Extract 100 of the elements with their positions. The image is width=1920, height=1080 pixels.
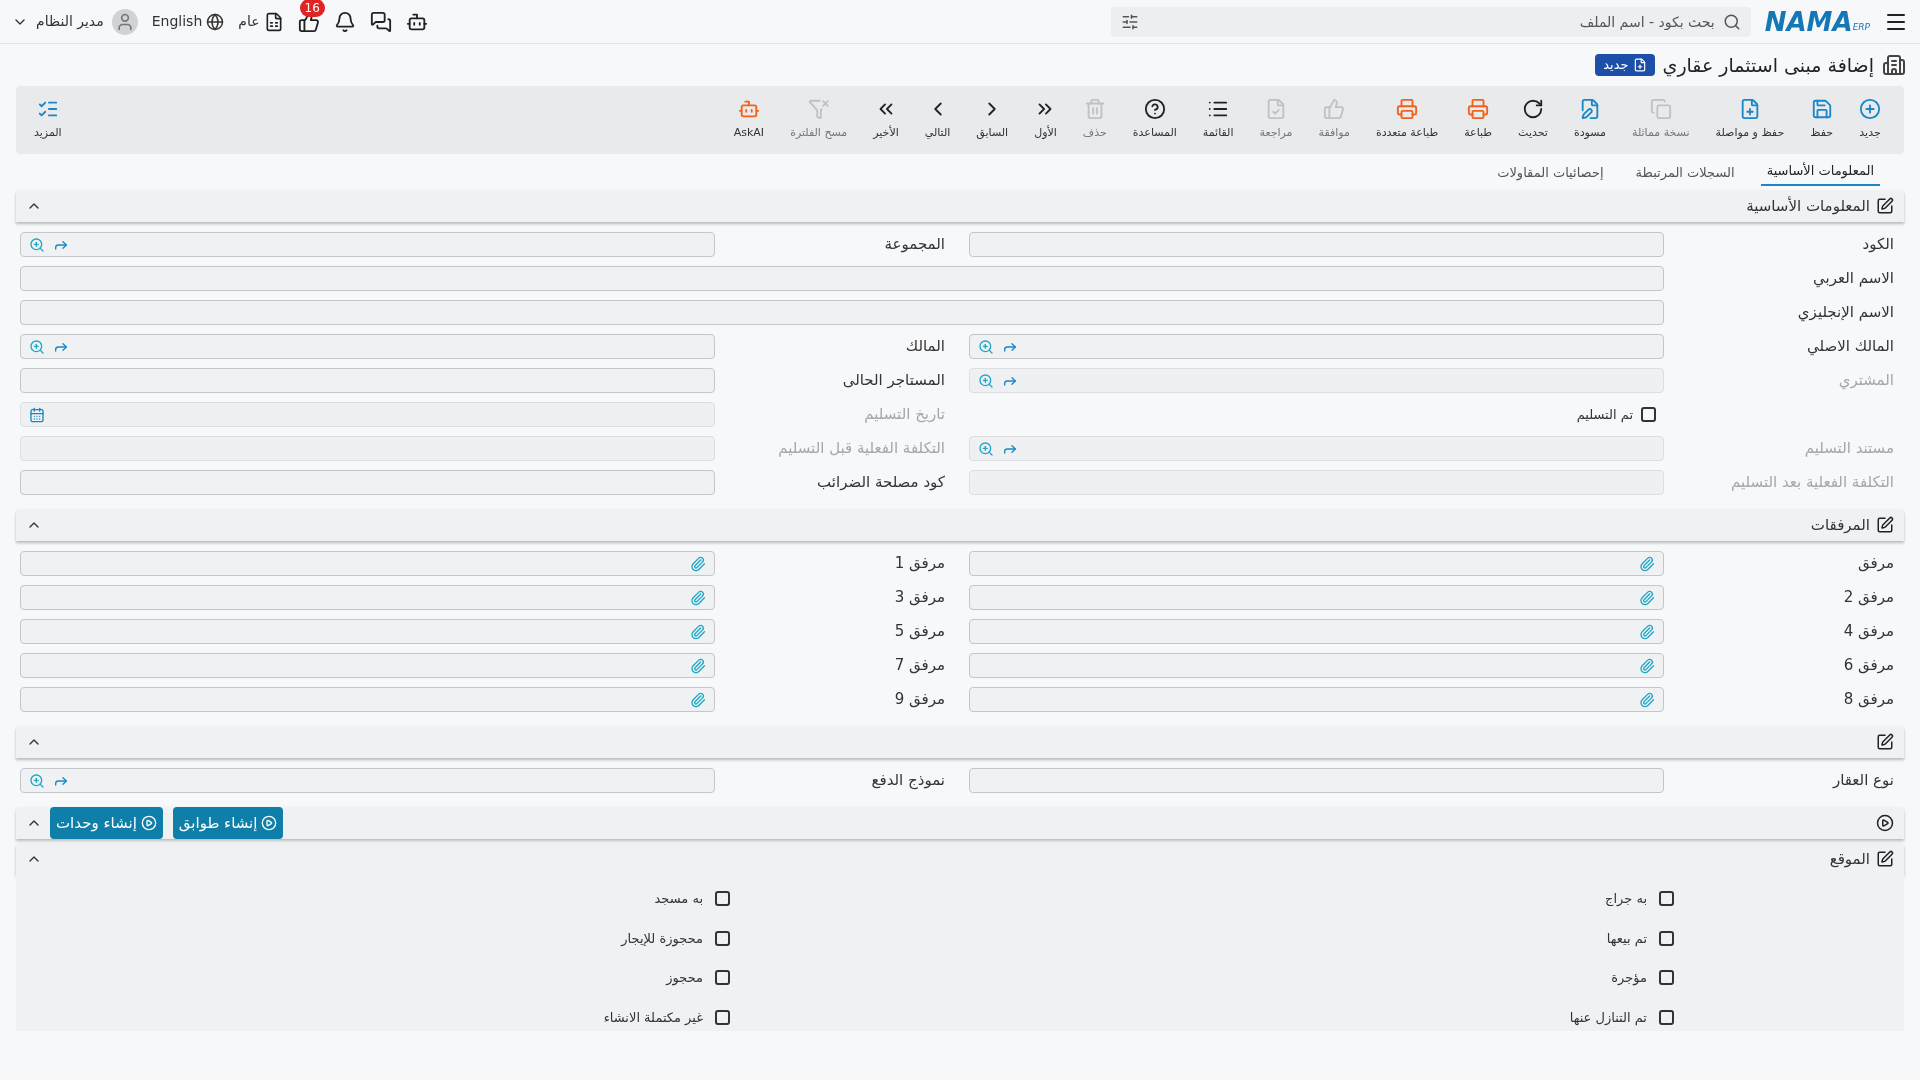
edit-icon[interactable] xyxy=(1876,733,1894,751)
filter-icon[interactable] xyxy=(1120,12,1139,31)
search-plus-icon[interactable] xyxy=(29,236,45,253)
attachment-field[interactable] xyxy=(20,687,715,712)
checkbox[interactable] xyxy=(715,891,730,907)
lookup-field[interactable] xyxy=(20,232,715,257)
printer-icon xyxy=(1467,98,1490,121)
text-field[interactable] xyxy=(969,232,1664,257)
lookup-field[interactable] xyxy=(20,334,715,359)
toolbar-button[interactable]: حفظ xyxy=(1797,98,1846,142)
attachment-field[interactable] xyxy=(20,585,715,610)
text-field[interactable] xyxy=(20,470,715,495)
field-label: مرفق 2 xyxy=(1842,587,1895,609)
action-button[interactable]: إنشاء وحدات xyxy=(50,807,163,839)
toolbar-button[interactable]: السابق xyxy=(963,98,1022,142)
toolbar-button[interactable]: التالي xyxy=(911,98,964,142)
lookup-field[interactable] xyxy=(20,768,715,793)
attachment-field[interactable] xyxy=(969,653,1664,678)
search-field[interactable]: بحث بكود - اسم الملف xyxy=(1110,6,1751,37)
field-label: كود مصلحة الضرائب xyxy=(816,472,946,494)
text-field[interactable] xyxy=(20,300,1664,325)
attachment-field[interactable] xyxy=(969,585,1664,610)
toolbar-button[interactable]: المساعدة xyxy=(1119,98,1190,142)
field-label: نموذج الدفع xyxy=(870,770,946,792)
search-plus-icon[interactable] xyxy=(978,338,994,355)
toolbar-button[interactable]: طباعة متعددة xyxy=(1362,98,1452,142)
text-field[interactable] xyxy=(20,368,715,393)
attachment-field[interactable] xyxy=(20,653,715,678)
chat-icon[interactable] xyxy=(369,10,392,33)
toolbar-button[interactable]: جديد xyxy=(1846,98,1894,142)
attachment-field[interactable] xyxy=(969,551,1664,576)
attachment-field[interactable] xyxy=(969,619,1664,644)
toolbar-button[interactable]: تحديث xyxy=(1505,98,1561,142)
toolbar-button[interactable]: الأول xyxy=(1021,98,1070,142)
logo[interactable]: NAMA xyxy=(1764,8,1853,35)
language-selector[interactable]: English xyxy=(151,11,203,32)
text-field[interactable] xyxy=(20,266,1664,291)
bell-icon[interactable] xyxy=(333,10,356,33)
help-icon xyxy=(1143,98,1166,121)
avatar[interactable] xyxy=(111,8,138,35)
edit-icon[interactable] xyxy=(1876,516,1894,534)
checkbox[interactable] xyxy=(715,930,730,946)
tab[interactable]: المعلومات الأساسية xyxy=(1760,160,1880,186)
toolbar-button[interactable]: الأخير xyxy=(860,98,912,142)
toolbar-button[interactable]: طباعة xyxy=(1451,98,1506,142)
file-check-icon xyxy=(1265,98,1287,121)
user-menu[interactable]: مدير النظام xyxy=(36,11,104,32)
search-plus-icon[interactable] xyxy=(29,338,45,355)
field-label: المالك الاصلي xyxy=(1806,336,1895,358)
action-button[interactable]: إنشاء طوابق xyxy=(172,807,284,839)
trash-icon xyxy=(1083,98,1106,121)
play-icon[interactable] xyxy=(1876,814,1894,832)
toolbar-button[interactable]: مسودة xyxy=(1560,98,1619,142)
toolbar-button[interactable]: القائمة xyxy=(1189,98,1247,142)
section-header[interactable]: المعلومات الأساسية xyxy=(16,190,1904,222)
field-label: مرفق xyxy=(1857,553,1895,575)
field-label: مرفق 9 xyxy=(893,689,946,711)
edit-icon[interactable] xyxy=(1876,197,1894,215)
globe-icon[interactable] xyxy=(206,12,225,31)
text-field[interactable] xyxy=(969,768,1664,793)
paperclip-icon[interactable] xyxy=(690,555,706,572)
paperclip-icon[interactable] xyxy=(1639,657,1655,674)
paperclip-icon[interactable] xyxy=(1639,589,1655,606)
checkbox[interactable] xyxy=(715,970,730,986)
checkbox[interactable] xyxy=(715,1009,730,1025)
checkbox[interactable] xyxy=(1659,930,1674,946)
more-button[interactable]: المزيد xyxy=(26,98,70,142)
paperclip-icon[interactable] xyxy=(1639,623,1655,640)
tab[interactable]: السجلات المرتبطة xyxy=(1629,162,1741,186)
paperclip-icon[interactable] xyxy=(690,589,706,606)
field-label: مرفق 5 xyxy=(893,621,946,643)
save-icon xyxy=(1810,98,1833,121)
branch-selector[interactable]: عام xyxy=(238,11,260,32)
section-header[interactable]: المرفقات xyxy=(16,509,1904,541)
paperclip-icon[interactable] xyxy=(690,691,706,708)
checkbox[interactable] xyxy=(1659,970,1674,986)
attachment-field[interactable] xyxy=(20,619,715,644)
checkbox[interactable] xyxy=(1659,891,1674,907)
paperclip-icon[interactable] xyxy=(690,623,706,640)
lookup-field[interactable] xyxy=(969,334,1664,359)
section-header[interactable]: الموقع xyxy=(16,843,1904,875)
field-label: مرفق 6 xyxy=(1842,655,1895,677)
edit-icon[interactable] xyxy=(1876,850,1894,868)
tab[interactable]: إحصائيات المقاولات xyxy=(1491,162,1610,186)
field-label: نوع العقار xyxy=(1831,770,1895,792)
field-label: مرفق 4 xyxy=(1842,621,1895,643)
checkbox-label: غير مكتملة الانشاء xyxy=(603,1008,703,1027)
paperclip-icon[interactable] xyxy=(1639,691,1655,708)
search-icon[interactable] xyxy=(1722,12,1741,31)
checkbox[interactable] xyxy=(1641,407,1656,422)
checkbox-label: تم التسليم xyxy=(1576,405,1633,425)
toolbar-button[interactable]: AskAI xyxy=(720,98,778,142)
search-plus-icon[interactable] xyxy=(29,772,45,789)
checkbox[interactable] xyxy=(1659,1009,1674,1025)
toolbar-button[interactable]: حفظ و مواصلة xyxy=(1702,98,1798,142)
attachment-field[interactable] xyxy=(969,687,1664,712)
section-header[interactable]: إنشاء طوابق إنشاء وحدات xyxy=(16,807,1904,839)
attachment-field[interactable] xyxy=(20,551,715,576)
paperclip-icon[interactable] xyxy=(690,657,706,674)
paperclip-icon[interactable] xyxy=(1639,555,1655,572)
